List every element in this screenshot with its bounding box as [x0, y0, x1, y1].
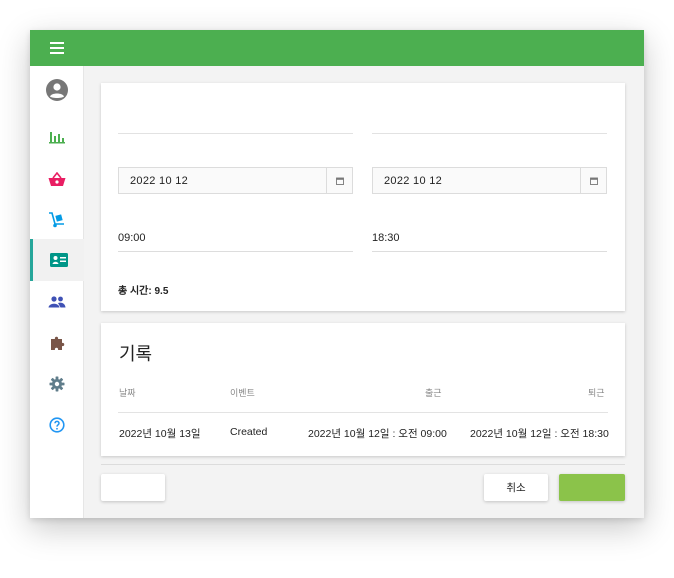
calendar-icon[interactable]: [580, 168, 606, 193]
shopping-basket-icon: [48, 171, 66, 186]
cell-event: Created: [230, 426, 268, 438]
cancel-button[interactable]: 취소: [484, 474, 548, 501]
records-title: 기록: [119, 344, 153, 364]
column-header-clock-in: 출근: [425, 388, 442, 398]
end-time-value: 18:30: [372, 232, 400, 244]
sidebar-item-shop[interactable]: [30, 159, 84, 199]
sidebar-item-extensions[interactable]: [30, 323, 84, 363]
top-app-bar: [30, 30, 644, 66]
back-button[interactable]: [101, 474, 165, 501]
work-time-card: 2022 10 12 2022 10 12 09:00 18:30 총 시간: …: [101, 83, 625, 311]
account-circle-icon: [46, 79, 68, 101]
app-window: 2022 10 12 2022 10 12 09:00 18:30 총 시간: …: [30, 30, 644, 518]
people-icon: [48, 296, 66, 308]
cell-date: 2022년 10월 13일: [119, 428, 201, 440]
gear-icon: [49, 376, 65, 392]
sidebar-item-help[interactable]: [30, 405, 84, 445]
sidebar-item-stats[interactable]: [30, 117, 84, 157]
sidebar-item-attendance[interactable]: [30, 239, 84, 281]
sidebar-item-account[interactable]: [30, 70, 84, 110]
records-card: 기록 날짜 이벤트 출근 퇴근 2022년 10월 13일 Created 20…: [101, 323, 625, 456]
end-date-value: 2022 10 12: [384, 175, 443, 187]
cell-clock-out: 2022년 10월 12일 : 오전 18:30: [470, 428, 609, 440]
id-card-icon: [49, 253, 68, 267]
start-date-value: 2022 10 12: [130, 175, 189, 187]
column-header-date: 날짜: [119, 388, 136, 398]
hamburger-menu-icon[interactable]: [50, 42, 64, 54]
start-date-input[interactable]: 2022 10 12: [118, 167, 353, 194]
sidebar-item-settings[interactable]: [30, 364, 84, 404]
column-header-clock-out: 퇴근: [588, 388, 605, 398]
column-header-event: 이벤트: [230, 388, 255, 398]
hand-truck-icon: [49, 212, 64, 228]
start-time-input[interactable]: 09:00: [118, 232, 353, 252]
save-button[interactable]: [559, 474, 625, 501]
sidebar: [30, 66, 84, 518]
puzzle-icon: [51, 336, 65, 350]
start-label-field[interactable]: [118, 114, 353, 134]
bar-chart-icon: [49, 132, 65, 144]
end-date-input[interactable]: 2022 10 12: [372, 167, 607, 194]
footer-divider: [101, 464, 625, 465]
help-circle-icon: [49, 417, 65, 433]
calendar-icon[interactable]: [326, 168, 352, 193]
end-time-input[interactable]: 18:30: [372, 232, 607, 252]
sidebar-item-delivery[interactable]: [30, 200, 84, 240]
table-divider: [118, 412, 608, 413]
sidebar-item-people[interactable]: [30, 282, 84, 322]
cell-clock-in: 2022년 10월 12일 : 오전 09:00: [308, 428, 447, 440]
total-hours: 총 시간: 9.5: [118, 286, 169, 297]
start-time-value: 09:00: [118, 232, 146, 244]
end-label-field[interactable]: [372, 114, 607, 134]
